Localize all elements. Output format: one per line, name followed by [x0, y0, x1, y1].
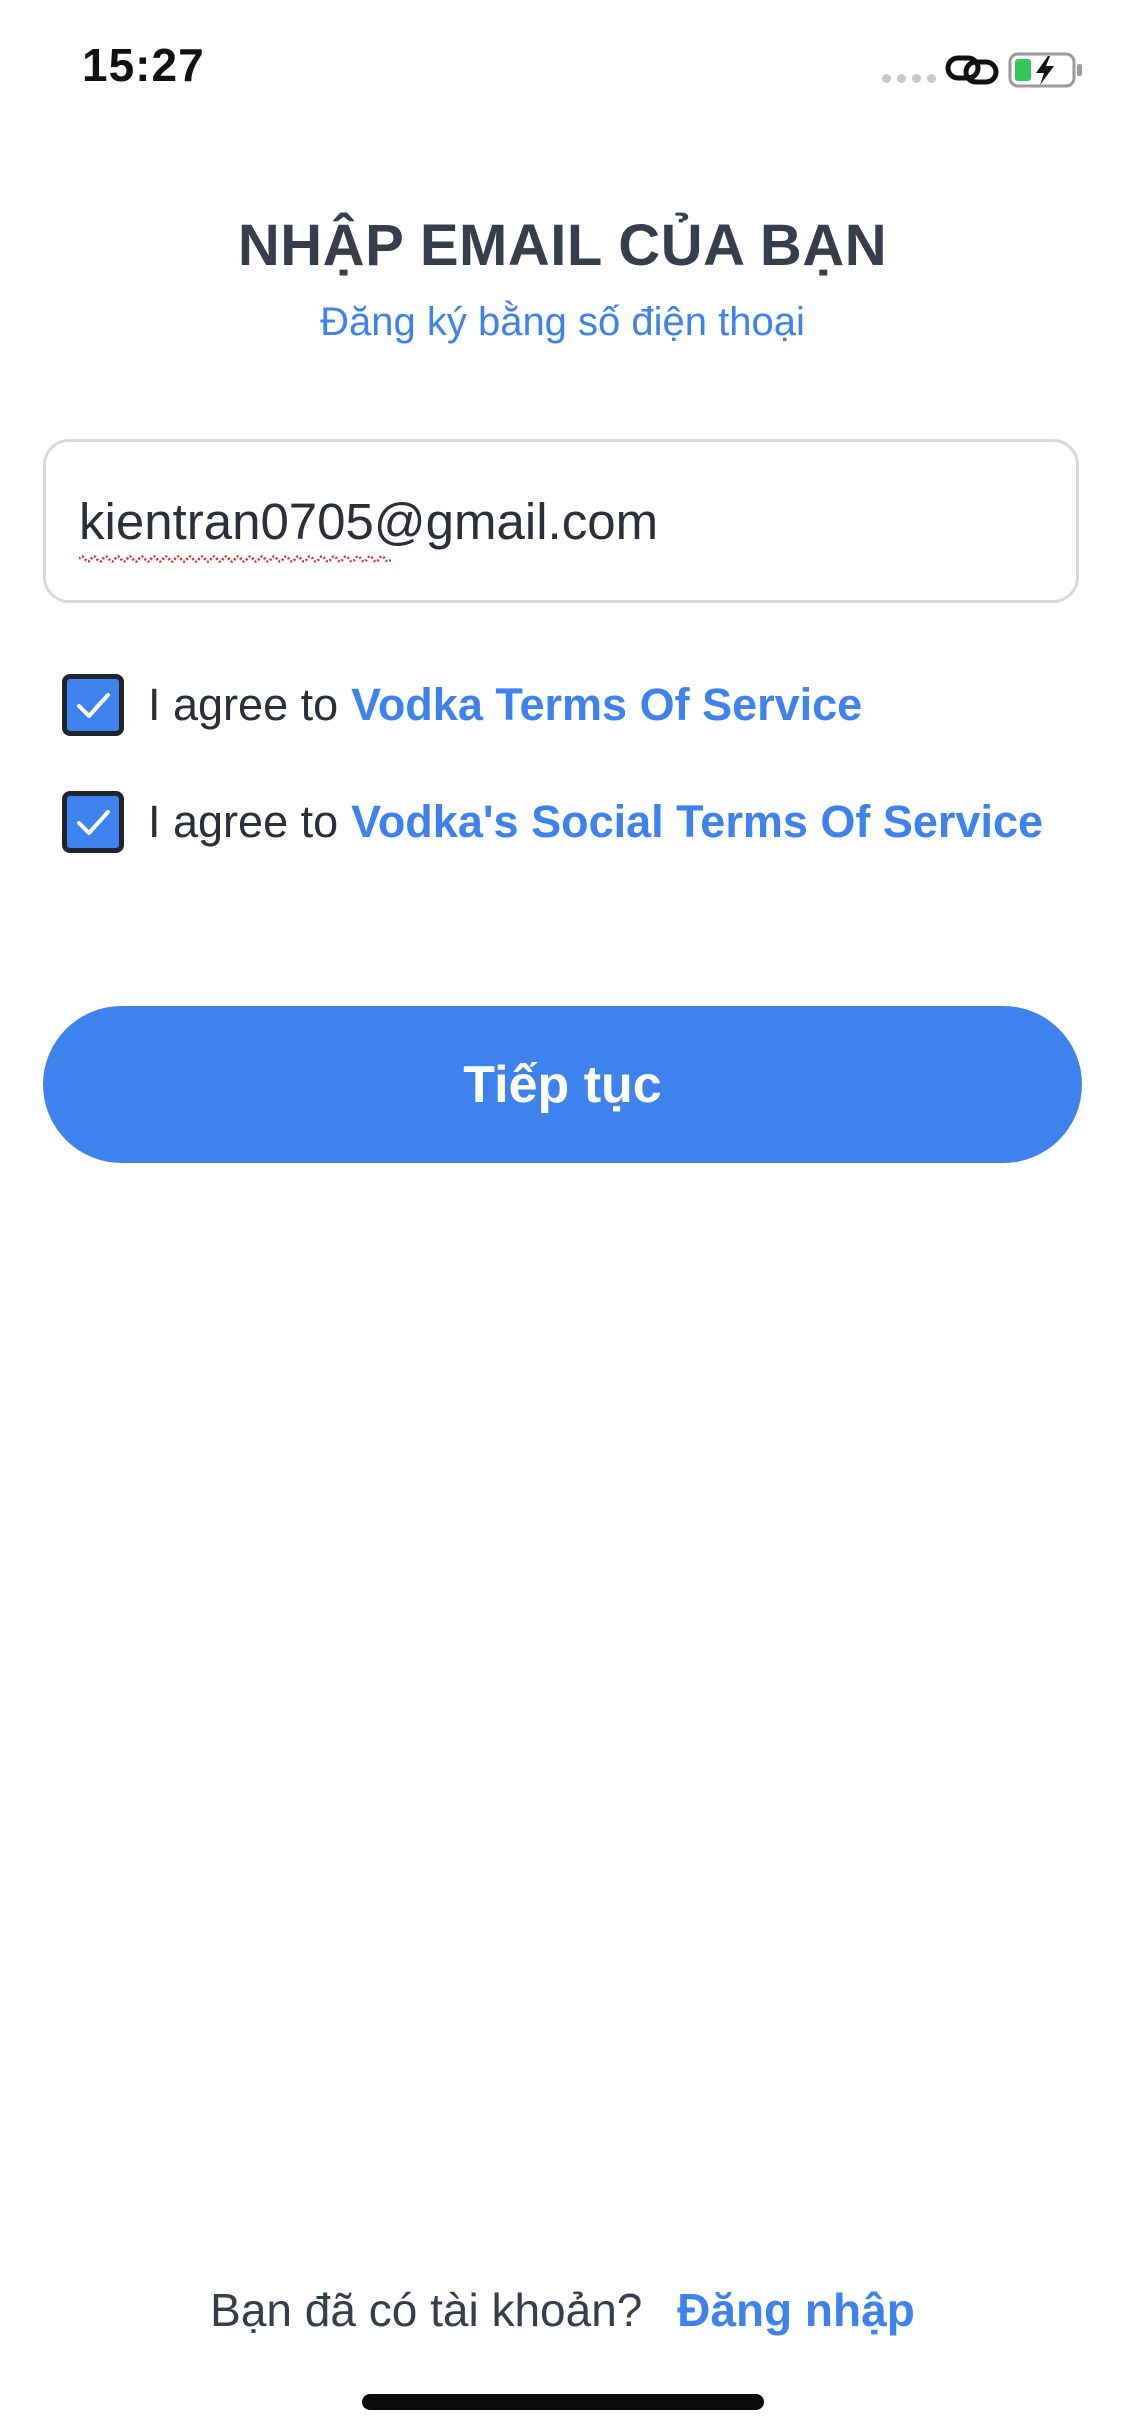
terms-agreement-row: I agree to Vodka Terms Of Service — [62, 673, 862, 737]
email-value: kientran0705@gmail.com — [79, 493, 659, 550]
agreement-prefix: I agree to — [148, 679, 339, 730]
status-bar: 15:27 — [0, 0, 1125, 140]
home-indicator[interactable] — [362, 2394, 764, 2410]
social-terms-of-service-link[interactable]: Vodka's Social Terms Of Service — [351, 796, 1043, 848]
terms-of-service-link[interactable]: Vodka Terms Of Service — [351, 679, 862, 731]
terms-checkbox[interactable] — [62, 674, 124, 736]
social-terms-checkbox[interactable] — [62, 791, 124, 853]
spellcheck-underline — [79, 555, 391, 563]
page-title: NHẬP EMAIL CỦA BẠN — [237, 213, 888, 278]
have-account-question: Bạn đã có tài khoản? — [210, 2284, 643, 2336]
status-time: 15:27 — [82, 39, 205, 91]
phone-signup-link[interactable]: Đăng ký bằng số điện thoại — [0, 300, 1125, 345]
checkmark-icon — [77, 693, 110, 718]
agreement-prefix: I agree to — [148, 796, 339, 847]
footer: Bạn đã có tài khoản? Đăng nhập — [0, 2283, 1125, 2337]
signal-dots-icon — [882, 74, 936, 83]
email-field[interactable]: kientran0705@gmail.com — [43, 439, 1079, 603]
continue-button[interactable]: Tiếp tục — [43, 1006, 1082, 1163]
social-terms-agreement-row: I agree to Vodka's Social Terms Of Servi… — [62, 790, 1043, 854]
battery-charging-icon — [1008, 52, 1082, 88]
login-link[interactable]: Đăng nhập — [677, 2284, 915, 2336]
checkmark-icon — [77, 810, 110, 835]
link-icon — [945, 55, 999, 85]
